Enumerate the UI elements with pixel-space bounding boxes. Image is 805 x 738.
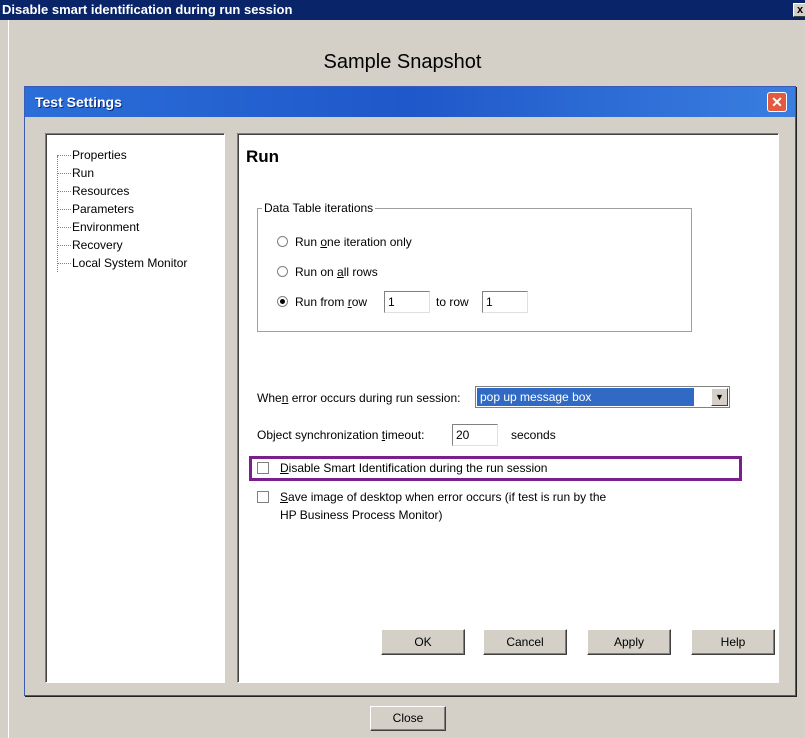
radio-run-from-row[interactable]: Run from row: [277, 293, 367, 311]
settings-tree: Properties Run Resources Parameters Envi…: [45, 133, 225, 683]
iterations-group-label: Data Table iterations: [262, 200, 376, 216]
iterations-group: Data Table iterations Run one iteration …: [257, 200, 692, 332]
checkbox-icon: [257, 462, 269, 474]
radio-label-part: Run: [295, 235, 321, 249]
dialog-title: Test Settings: [35, 94, 122, 110]
to-row-input[interactable]: 1: [482, 291, 528, 313]
radio-label-part: ne iteration only: [327, 235, 412, 249]
radio-circle-icon: [277, 266, 288, 278]
tree-item-label: Run: [72, 166, 95, 180]
radio-label-part: ll rows: [343, 265, 378, 279]
snapshot-title: Sample Snapshot: [323, 51, 482, 73]
sync-timeout-unit: seconds: [511, 428, 556, 442]
tree-item-parameters[interactable]: Parameters: [57, 200, 134, 218]
tree-item-label: Parameters: [72, 202, 135, 216]
ok-button[interactable]: OK: [381, 629, 465, 655]
label-part: HP Business Process Monitor): [280, 508, 443, 522]
label-part: Object synchronization: [257, 428, 382, 442]
radio-run-all-rows[interactable]: Run on all rows: [277, 263, 378, 281]
run-settings-panel: Run Data Table iterations Run one iterat…: [237, 133, 779, 683]
dialog-close-icon[interactable]: ✕: [767, 92, 787, 112]
label-part: error occurs during run session:: [288, 391, 461, 405]
tree-item-environment[interactable]: Environment: [57, 218, 139, 236]
outer-title-bar: Disable smart identification during run …: [0, 0, 805, 20]
tree-item-label: Environment: [72, 220, 140, 234]
radio-run-one-iteration[interactable]: Run one iteration only: [277, 233, 412, 251]
label-accel: D: [280, 461, 289, 475]
tree-item-label: Properties: [72, 148, 127, 162]
outer-close-icon[interactable]: x: [793, 3, 805, 17]
chevron-down-icon[interactable]: ▼: [711, 388, 728, 406]
radio-label-part: Run from: [295, 295, 348, 309]
radio-label-part: ow: [351, 295, 368, 309]
radio-label-part: Run on: [295, 265, 338, 279]
error-action-select[interactable]: pop up message box ▼: [475, 386, 730, 408]
from-row-input[interactable]: 1: [384, 291, 430, 313]
error-label: When error occurs during run session:: [257, 389, 460, 407]
radio-circle-icon: [277, 236, 288, 248]
cancel-button[interactable]: Cancel: [483, 629, 567, 655]
outer-window-title: Disable smart identification during run …: [2, 2, 293, 17]
tree-item-label: Local System Monitor: [72, 256, 188, 270]
label-part: isable Smart Identification during the r…: [288, 461, 548, 475]
checkbox-icon: [257, 491, 269, 503]
radio-label-accel: a: [337, 265, 344, 279]
to-row-label: to row: [436, 295, 469, 309]
sync-timeout-input[interactable]: 20: [452, 424, 498, 446]
save-image-checkbox[interactable]: Save image of desktop when error occurs …: [257, 488, 606, 524]
help-button[interactable]: Help: [691, 629, 775, 655]
disable-smart-identification-checkbox[interactable]: Disable Smart Identification during the …: [257, 459, 547, 477]
error-action-value: pop up message box: [477, 388, 694, 406]
apply-button[interactable]: Apply: [587, 629, 671, 655]
close-button[interactable]: Close: [370, 706, 446, 731]
label-part: Whe: [257, 391, 282, 405]
sync-timeout-label: Object synchronization timeout:: [257, 426, 424, 444]
tree-item-resources[interactable]: Resources: [57, 182, 129, 200]
panel-title: Run: [246, 147, 280, 166]
tree-item-properties[interactable]: Properties: [57, 146, 127, 164]
radio-selected-icon: [277, 296, 288, 308]
label-part: imeout:: [385, 428, 425, 442]
label-part: ave image of desktop when error occurs (…: [288, 490, 607, 504]
label-accel: S: [280, 490, 289, 504]
dialog-title-bar: Test Settings ✕: [25, 87, 795, 117]
tree-item-local-system-monitor[interactable]: Local System Monitor: [57, 254, 187, 272]
tree-item-recovery[interactable]: Recovery: [57, 236, 123, 254]
tree-item-label: Recovery: [72, 238, 123, 252]
tree-item-run[interactable]: Run: [57, 164, 94, 182]
tree-item-label: Resources: [72, 184, 130, 198]
test-settings-dialog: Test Settings ✕ Properties Run Resources…: [24, 86, 796, 696]
